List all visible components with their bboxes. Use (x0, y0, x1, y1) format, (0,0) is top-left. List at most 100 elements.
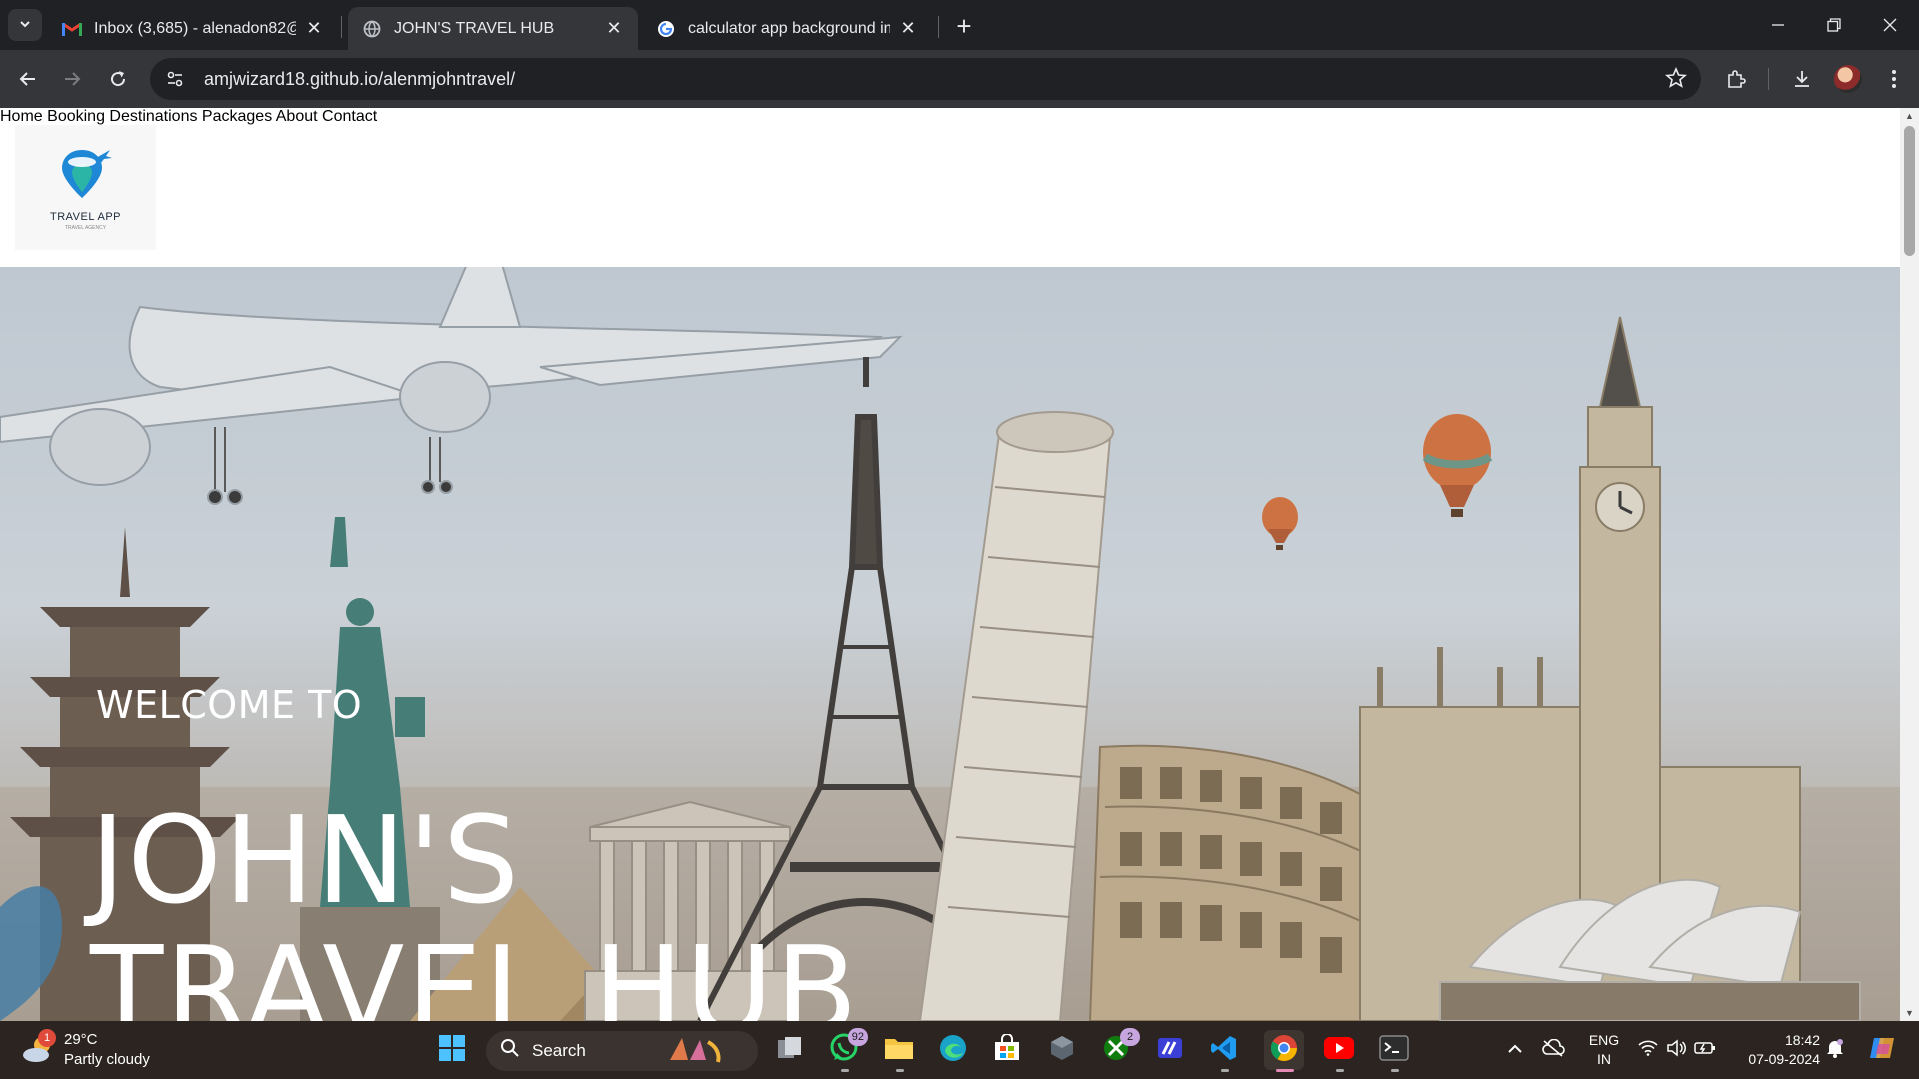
speaker-icon (1666, 1038, 1686, 1062)
volume-tray[interactable] (1662, 1021, 1690, 1079)
store-icon (993, 1032, 1021, 1067)
search-label: Search (532, 1041, 586, 1060)
bell-icon (1826, 1038, 1844, 1063)
close-icon[interactable]: ✕ (604, 18, 624, 39)
download-icon[interactable] (1784, 61, 1820, 97)
folder-icon (884, 1035, 914, 1066)
globe-icon (362, 19, 382, 39)
close-icon[interactable]: ✕ (898, 18, 918, 39)
windows-taskbar: 1 29°C Partly cloudy Search 92 2 ENG IN … (0, 1021, 1919, 1079)
extensions-icon[interactable] (1718, 61, 1754, 97)
xbox-notification-badge: 2 (1120, 1028, 1140, 1046)
new-tab-button[interactable]: + (948, 10, 980, 42)
system-clock[interactable]: 18:42 07-09-2024 (1736, 1031, 1820, 1069)
tab-gmail[interactable]: Inbox (3,685) - alenadon82@gm ✕ (48, 7, 338, 50)
tab-separator (341, 16, 342, 38)
powerapps-app[interactable] (1150, 1030, 1190, 1070)
xbox-app[interactable]: 2 (1096, 1028, 1140, 1070)
nav-destinations[interactable]: Destinations (109, 108, 197, 125)
show-hidden-icons-button[interactable] (1500, 1021, 1530, 1079)
restore-button[interactable] (1806, 0, 1862, 50)
gmail-icon (62, 19, 82, 39)
weather-widget[interactable]: 1 29°C Partly cloudy (22, 1029, 182, 1073)
file-explorer-app[interactable] (879, 1030, 919, 1072)
scroll-thumb[interactable] (1904, 126, 1915, 256)
taskbar-search[interactable]: Search (486, 1031, 758, 1071)
unity-app[interactable] (1042, 1030, 1082, 1070)
windows-logo-icon (438, 1034, 466, 1067)
url-text[interactable]: amjwizard18.github.io/alenmjohntravel/ (204, 69, 515, 90)
input-language[interactable]: ENG IN (1584, 1031, 1624, 1069)
youtube-icon (1324, 1036, 1354, 1064)
hero-title-line2: TRAVEL HUB (90, 922, 860, 1022)
youtube-app[interactable] (1319, 1030, 1359, 1072)
scroll-down-arrow-icon[interactable]: ▼ (1900, 1005, 1919, 1021)
tab-johns-travel-hub[interactable]: JOHN'S TRAVEL HUB ✕ (348, 7, 638, 50)
weather-alert-badge: 1 (38, 1029, 56, 1047)
tab-google-search[interactable]: calculator app background imag ✕ (642, 7, 932, 50)
reload-button[interactable] (100, 61, 136, 97)
copilot-button[interactable] (1864, 1021, 1900, 1079)
hero-title: JOHN'S TRAVEL HUB (90, 797, 860, 1022)
nav-packages[interactable]: Packages (202, 108, 272, 125)
bookmark-star-icon[interactable] (1665, 66, 1687, 95)
google-icon (656, 19, 676, 39)
task-view-button[interactable] (770, 1030, 810, 1070)
running-indicator (1276, 1069, 1294, 1072)
running-indicator (896, 1069, 904, 1072)
notifications-button[interactable] (1822, 1021, 1848, 1079)
page-scrollbar[interactable]: ▲ ▼ (1900, 108, 1919, 1021)
microsoft-store-app[interactable] (987, 1030, 1027, 1070)
terminal-app[interactable] (1374, 1030, 1414, 1072)
onedrive-tray[interactable] (1538, 1021, 1568, 1079)
tab-title: Inbox (3,685) - alenadon82@gm (94, 19, 296, 37)
tab-title: JOHN'S TRAVEL HUB (394, 19, 555, 37)
minimize-button[interactable] (1750, 0, 1806, 50)
language-code: ENG (1588, 1032, 1620, 1048)
logo-text: TRAVEL APP (49, 211, 122, 223)
clock-time: 18:42 (1784, 1032, 1820, 1048)
close-icon[interactable]: ✕ (304, 18, 324, 39)
edge-icon (938, 1033, 968, 1068)
nav-booking[interactable]: Booking (47, 108, 105, 125)
battery-tray[interactable] (1690, 1021, 1720, 1079)
clock-date: 07-09-2024 (1748, 1051, 1820, 1067)
address-bar[interactable]: amjwizard18.github.io/alenmjohntravel/ (150, 58, 1701, 100)
cloud-off-icon (1541, 1038, 1565, 1062)
site-info-icon[interactable] (154, 58, 196, 100)
scroll-up-arrow-icon[interactable]: ▲ (1900, 108, 1919, 124)
start-button[interactable] (432, 1030, 472, 1070)
nav-about[interactable]: About (276, 108, 318, 125)
main-nav: Home Booking Destinations Packages About… (0, 108, 1900, 126)
close-window-button[interactable] (1862, 0, 1918, 50)
browser-tab-strip: Inbox (3,685) - alenadon82@gm ✕ JOHN'S T… (0, 0, 1919, 50)
tab-title: calculator app background imag (688, 19, 890, 37)
chrome-app[interactable] (1264, 1030, 1304, 1072)
chevron-up-icon (1507, 1041, 1523, 1059)
nav-home[interactable]: Home (0, 108, 43, 125)
running-indicator (1221, 1069, 1229, 1072)
whatsapp-app[interactable]: 92 (824, 1028, 868, 1072)
vscode-app[interactable] (1204, 1030, 1244, 1072)
site-logo[interactable]: TRAVEL APP TRAVEL AGENCY (15, 125, 156, 250)
cube-icon (1048, 1034, 1076, 1067)
tab-search-button[interactable] (8, 9, 42, 41)
more-menu-icon[interactable] (1876, 61, 1912, 97)
language-region: IN (1597, 1051, 1611, 1067)
search-icon (500, 1038, 520, 1064)
battery-charging-icon (1694, 1041, 1716, 1060)
power-apps-icon (1156, 1034, 1184, 1067)
forward-button[interactable] (54, 61, 90, 97)
back-button[interactable] (10, 61, 46, 97)
plane-pin-logo-icon (58, 144, 114, 207)
whatsapp-unread-badge: 92 (847, 1028, 868, 1046)
profile-avatar[interactable] (1834, 65, 1862, 93)
wifi-tray[interactable] (1634, 1021, 1662, 1079)
chevron-down-icon (18, 17, 32, 34)
edge-app[interactable] (933, 1030, 973, 1070)
logo-tagline: TRAVEL AGENCY (64, 225, 107, 231)
running-indicator (1336, 1069, 1344, 1072)
nav-contact[interactable]: Contact (322, 108, 377, 125)
chrome-icon (1269, 1033, 1299, 1068)
hero-title-line1: JOHN'S (90, 792, 522, 931)
